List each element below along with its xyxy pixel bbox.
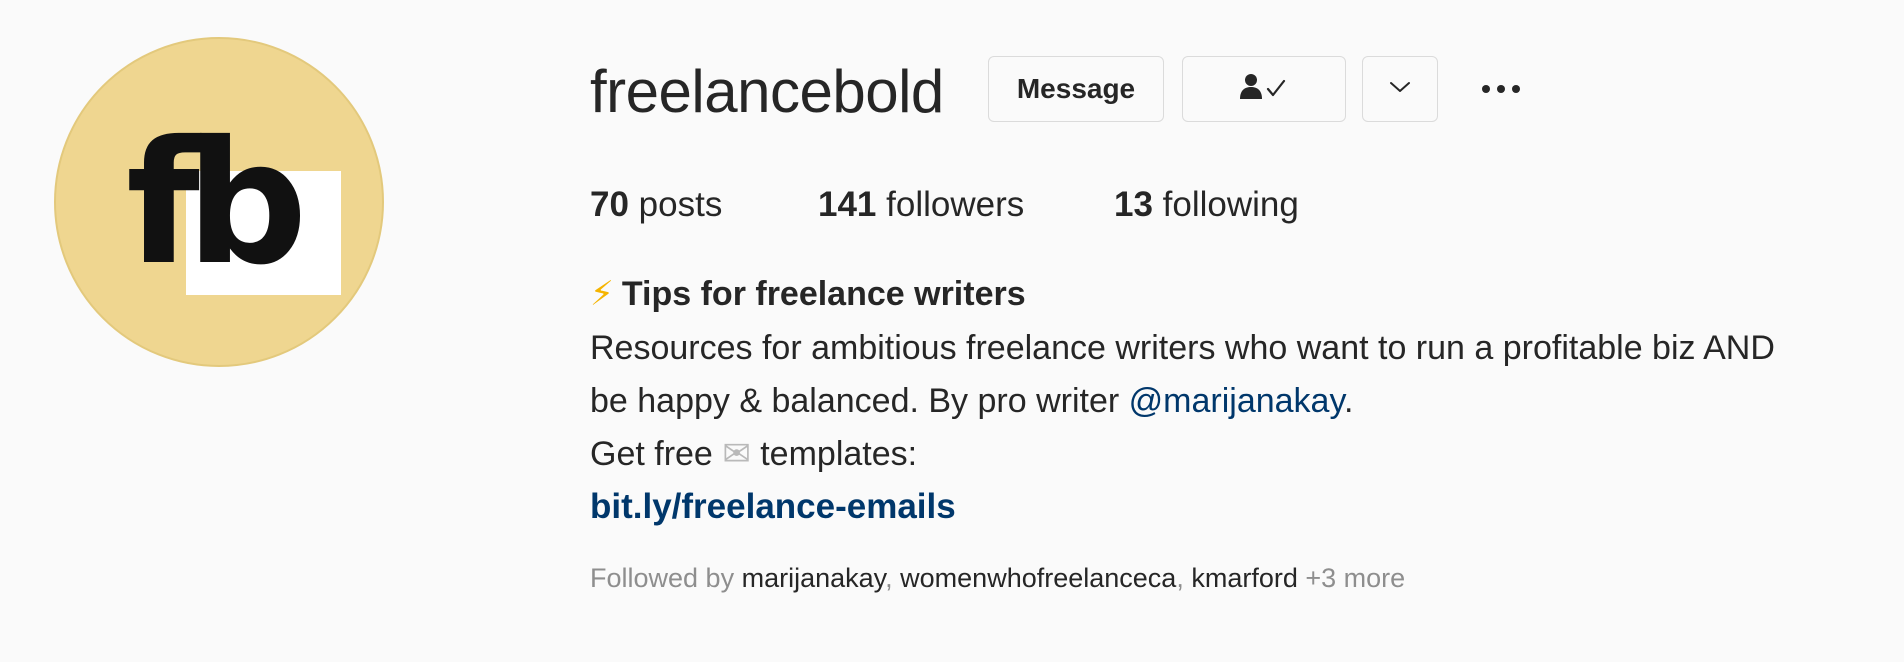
profile-header: fb freelancebold Message 70 posts 141 fo [0, 0, 1904, 662]
bio-website-link[interactable]: bit.ly/freelance-emails [590, 483, 956, 531]
follower-name[interactable]: kmarford [1191, 563, 1298, 593]
suggested-accounts-button[interactable] [1362, 56, 1438, 122]
following-link[interactable]: 13 following [1114, 180, 1299, 230]
followers-link[interactable]: 141 followers [818, 180, 1024, 230]
more-options-button[interactable] [1470, 70, 1532, 108]
followed-by[interactable]: Followed by marijanakay, womenwhofreelan… [590, 560, 1405, 596]
bio-line: be happy & balanced. By pro writer @mari… [590, 382, 1354, 420]
envelope-icon: ✉ [722, 434, 751, 474]
mention-link[interactable]: @marijanakay [1129, 382, 1344, 420]
following-button[interactable] [1182, 56, 1346, 122]
person-check-icon [1239, 72, 1289, 107]
logo-text: fb [126, 105, 308, 303]
more-followers[interactable]: +3 more [1298, 563, 1405, 593]
bio-line: Resources for ambitious freelance writer… [590, 329, 1775, 367]
bio-line: Get free ✉ templates: [590, 434, 918, 474]
follower-name[interactable]: womenwhofreelanceca [900, 563, 1176, 593]
posts-count: 70 posts [590, 185, 723, 224]
ellipsis-icon [1482, 85, 1490, 93]
message-button[interactable]: Message [988, 56, 1164, 122]
username: freelancebold [590, 58, 944, 125]
lightning-icon: ⚡ [590, 275, 614, 313]
bio-title: ⚡ Tips for freelance writers [590, 275, 1026, 313]
chevron-down-icon [1389, 80, 1411, 99]
follower-name[interactable]: marijanakay [742, 563, 886, 593]
profile-avatar[interactable]: fb [54, 37, 384, 367]
